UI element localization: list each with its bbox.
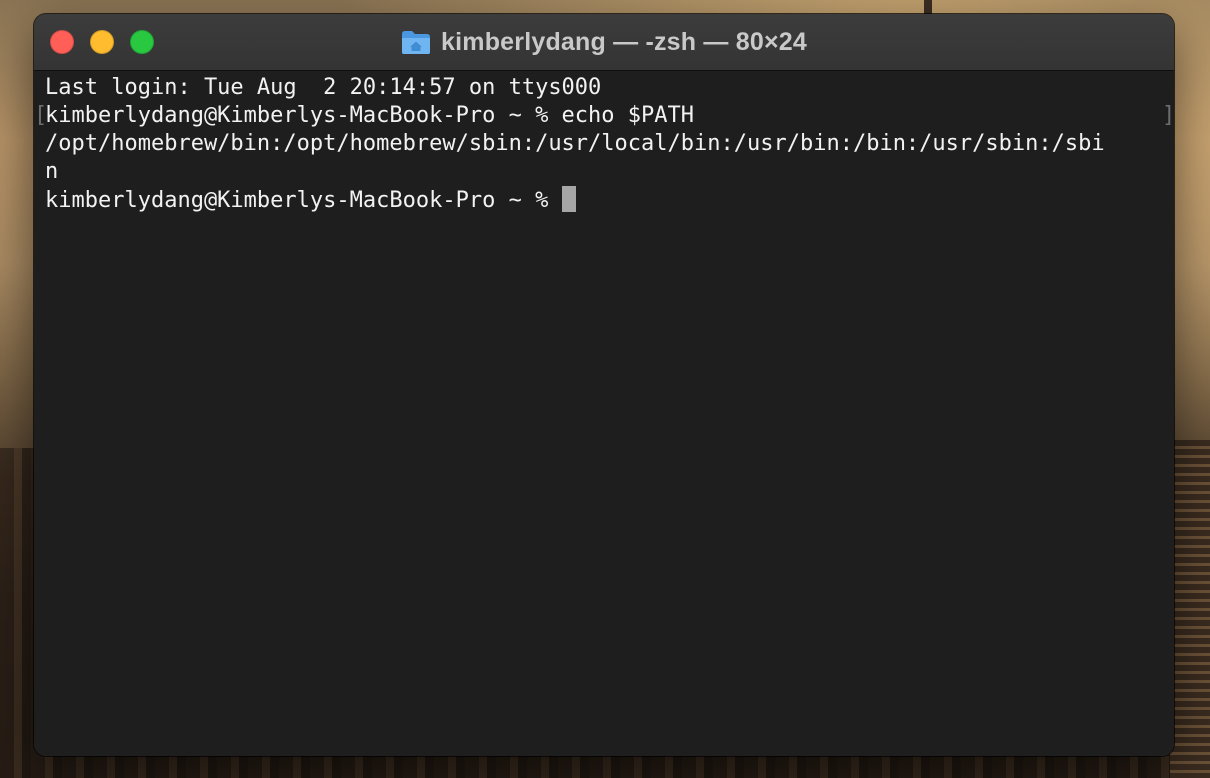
terminal-line-output-wrap: n bbox=[45, 159, 59, 184]
terminal-content[interactable]: Last login: Tue Aug 2 20:14:57 on ttys00… bbox=[34, 71, 1174, 756]
terminal-line-command: kimberlydang@Kimberlys-MacBook-Pro ~ % e… bbox=[45, 103, 695, 128]
terminal-line-prompt[interactable]: kimberlydang@Kimberlys-MacBook-Pro ~ % bbox=[45, 186, 576, 215]
window-title: kimberlydang — -zsh — 80×24 bbox=[441, 27, 807, 56]
window-title-group: kimberlydang — -zsh — 80×24 bbox=[34, 14, 1174, 70]
terminal-window[interactable]: kimberlydang — -zsh — 80×24 Last login: … bbox=[34, 14, 1174, 756]
text-cursor bbox=[561, 186, 576, 212]
title-bar[interactable]: kimberlydang — -zsh — 80×24 bbox=[34, 14, 1174, 71]
home-folder-icon bbox=[401, 29, 431, 55]
prompt-text: kimberlydang@Kimberlys-MacBook-Pro ~ % bbox=[45, 188, 562, 213]
command-mark-close: ] bbox=[1162, 103, 1174, 128]
desktop-wallpaper-building bbox=[1170, 440, 1210, 778]
terminal-line-output: /opt/homebrew/bin:/opt/homebrew/sbin:/us… bbox=[45, 131, 1105, 156]
terminal-line-login: Last login: Tue Aug 2 20:14:57 on ttys00… bbox=[45, 75, 602, 100]
